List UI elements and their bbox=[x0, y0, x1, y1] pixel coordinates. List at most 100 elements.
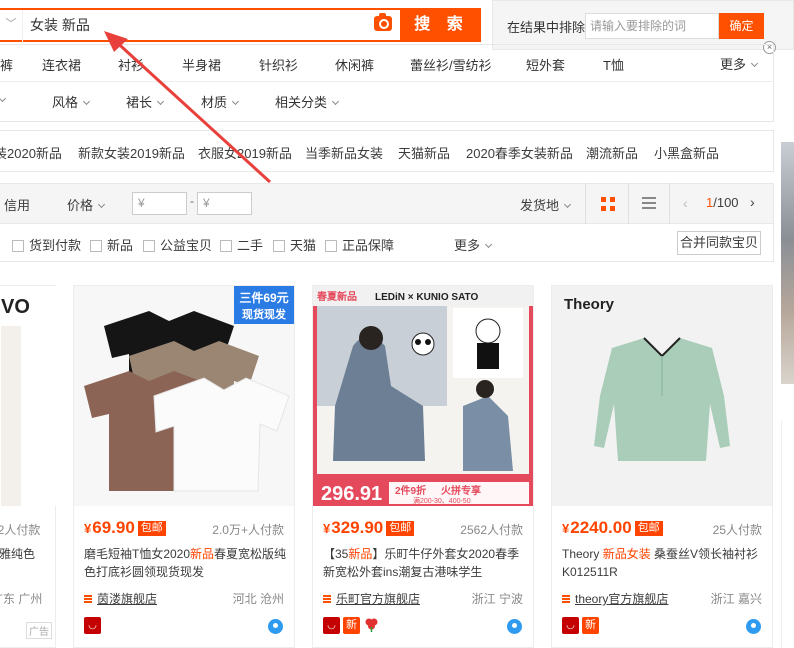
camera-icon[interactable] bbox=[374, 13, 392, 31]
filter-label: 天猫 bbox=[290, 238, 317, 253]
banner-text: 满200-30、400-50 bbox=[413, 496, 471, 505]
banner-brand: LEDiN × KUNIO SATO bbox=[375, 292, 478, 303]
filter-checkbox-secondhand[interactable]: 二手 bbox=[220, 235, 263, 254]
exclude-input[interactable]: 请输入要排除的词 bbox=[585, 13, 719, 39]
chevron-down-icon bbox=[231, 97, 240, 106]
attr-length-dropdown[interactable]: 裙长 bbox=[126, 92, 165, 111]
related-search-link[interactable]: 新款女装2019新品 bbox=[78, 143, 185, 162]
shop-location: 浙江 宁波 bbox=[471, 592, 523, 606]
title-highlight: 新品 bbox=[190, 547, 215, 561]
filter-checkbox-charity[interactable]: 公益宝贝 bbox=[143, 235, 212, 254]
filter-checkbox-new[interactable]: 新品 bbox=[90, 235, 133, 254]
currency-symbol: ¥ bbox=[562, 521, 570, 536]
related-search-link[interactable]: 当季新品女装 bbox=[305, 143, 383, 162]
related-search-link[interactable]: 2020春季女装新品 bbox=[466, 143, 573, 162]
divider bbox=[628, 183, 629, 224]
flower-icon[interactable] bbox=[364, 617, 379, 632]
checkbox-icon bbox=[143, 240, 155, 252]
shop-name-link[interactable]: 茵溇旗舰店 bbox=[97, 590, 157, 607]
product-card[interactable]: VO 92人付款 雅纯色 广东 广州 bbox=[0, 285, 57, 648]
attr-style-dropdown[interactable]: 风格 bbox=[52, 92, 91, 111]
attr-material-dropdown[interactable]: 材质 bbox=[201, 92, 240, 111]
sales-count: 25人付款 bbox=[712, 523, 762, 537]
price-min-input[interactable]: ¥ bbox=[132, 192, 187, 215]
search-button[interactable]: 搜 索 bbox=[402, 8, 481, 42]
product-title[interactable]: Theory 新品女装 桑蚕丝V领长袖衬衫K012511R bbox=[562, 545, 768, 581]
tmall-icon[interactable]: ◡ bbox=[323, 617, 340, 634]
filters-more-button[interactable]: 更多 bbox=[454, 235, 493, 254]
exclude-confirm-button[interactable]: 确定 bbox=[719, 13, 764, 39]
exclude-label: 在结果中排除 bbox=[507, 20, 586, 35]
search-input[interactable]: 女装 新品 bbox=[30, 8, 90, 42]
merge-same-items-button[interactable]: 合并同款宝贝 bbox=[677, 231, 761, 255]
wangwang-chat-icon[interactable] bbox=[507, 619, 522, 634]
related-search-link[interactable]: 装2020新品 bbox=[0, 143, 62, 162]
shop-name-link[interactable]: theory官方旗舰店 bbox=[575, 590, 668, 607]
product-image[interactable]: Theory bbox=[552, 286, 772, 506]
product-price: ¥329.90 包邮 bbox=[323, 518, 415, 538]
ship-from-dropdown[interactable]: 发货地 bbox=[520, 195, 572, 214]
grid-view-icon[interactable] bbox=[601, 197, 615, 211]
product-image[interactable]: 三件69元 现货现发 bbox=[74, 286, 294, 506]
chevron-down-icon bbox=[563, 200, 572, 209]
sort-price-dropdown[interactable]: 价格 bbox=[67, 195, 106, 214]
filter-checkbox-tmall[interactable]: 天猫 bbox=[273, 235, 316, 254]
category-item[interactable]: 连衣裙 bbox=[42, 55, 81, 74]
list-view-icon[interactable] bbox=[642, 197, 656, 210]
category-item[interactable]: 短外套 bbox=[526, 55, 565, 74]
page-indicator: 1/100 bbox=[706, 195, 739, 210]
chevron-down-icon bbox=[97, 200, 106, 209]
divider bbox=[585, 183, 586, 224]
related-search-link[interactable]: 衣服女2019新品 bbox=[198, 143, 292, 162]
currency-symbol: ¥ bbox=[84, 521, 92, 536]
product-card[interactable]: 三件69元 现货现发 ¥69.90 包邮 2.0万+人付款 磨毛短袖T恤女2020… bbox=[73, 285, 295, 648]
product-title[interactable]: 雅纯色 bbox=[0, 545, 49, 563]
filter-checkbox-genuine[interactable]: 正品保障 bbox=[325, 235, 394, 254]
category-item[interactable]: 蕾丝衫/雪纺衫 bbox=[410, 55, 492, 74]
chevron-down-icon[interactable]: ﹀ bbox=[0, 8, 22, 40]
wangwang-chat-icon[interactable] bbox=[268, 619, 283, 634]
price-max-input[interactable]: ¥ bbox=[197, 192, 252, 215]
new-item-icon[interactable]: 新 bbox=[582, 617, 599, 634]
tmall-icon[interactable]: ◡ bbox=[562, 617, 579, 634]
product-photo: 三件69元 现货现发 bbox=[74, 286, 294, 506]
chevron-down-icon bbox=[331, 97, 340, 106]
shop-name-link[interactable]: 乐町官方旗舰店 bbox=[336, 590, 420, 607]
attr-related-dropdown[interactable]: 相关分类 bbox=[275, 92, 340, 111]
product-card[interactable]: 春夏新品 LEDiN × KUNIO SATO 296.91 2件9折 火拼专享… bbox=[312, 285, 534, 648]
product-title[interactable]: 磨毛短袖T恤女2020新品春夏宽松版纯色打底衫圆领现货现发 bbox=[84, 545, 290, 581]
category-item[interactable]: 休闲裤 bbox=[335, 55, 374, 74]
related-search-link[interactable]: 小黑盒新品 bbox=[654, 143, 719, 162]
side-image[interactable] bbox=[781, 142, 794, 384]
category-item[interactable]: 衬衫 bbox=[118, 55, 144, 74]
product-card[interactable]: Theory ¥2240.00 包邮 25人付款 Theory 新品女装 桑蚕丝V… bbox=[551, 285, 773, 648]
related-search-link[interactable]: 天猫新品 bbox=[398, 143, 450, 162]
currency-symbol: ¥ bbox=[323, 521, 331, 536]
chevron-right-icon[interactable]: › bbox=[750, 194, 755, 210]
attr-label: 风格 bbox=[52, 95, 79, 110]
category-cut: 裤 bbox=[0, 58, 14, 73]
filters-more-label: 更多 bbox=[454, 238, 481, 253]
category-item[interactable]: 针织衫 bbox=[259, 55, 298, 74]
tmall-icon[interactable]: ◡ bbox=[84, 617, 101, 634]
categories-more-button[interactable]: 更多 bbox=[720, 54, 759, 73]
title-highlight: 新品女装 bbox=[602, 547, 651, 561]
product-photo: Theory bbox=[552, 286, 772, 506]
product-image[interactable]: 春夏新品 LEDiN × KUNIO SATO 296.91 2件9折 火拼专享… bbox=[313, 286, 533, 506]
category-item[interactable]: T恤 bbox=[603, 55, 624, 74]
sort-credit[interactable]: 信用 bbox=[4, 195, 30, 214]
product-image[interactable]: VO bbox=[0, 286, 57, 506]
chevron-left-icon[interactable]: ‹ bbox=[683, 195, 688, 211]
filter-checkbox-cod[interactable]: 货到付款 bbox=[12, 235, 81, 254]
checkbox-icon bbox=[273, 240, 285, 252]
sales-count: 2562人付款 bbox=[460, 523, 523, 537]
price-value: 329.90 bbox=[331, 518, 384, 537]
category-item[interactable]: 半身裙 bbox=[182, 55, 221, 74]
new-item-icon[interactable]: 新 bbox=[343, 617, 360, 634]
side-divider bbox=[781, 420, 794, 648]
checkbox-icon bbox=[220, 240, 232, 252]
wangwang-chat-icon[interactable] bbox=[746, 619, 761, 634]
chevron-down-icon bbox=[484, 240, 493, 249]
product-title[interactable]: 【35新品】乐町牛仔外套女2020春季新宽松外套ins潮复古港味学生 bbox=[323, 545, 529, 581]
related-search-link[interactable]: 潮流新品 bbox=[586, 143, 638, 162]
